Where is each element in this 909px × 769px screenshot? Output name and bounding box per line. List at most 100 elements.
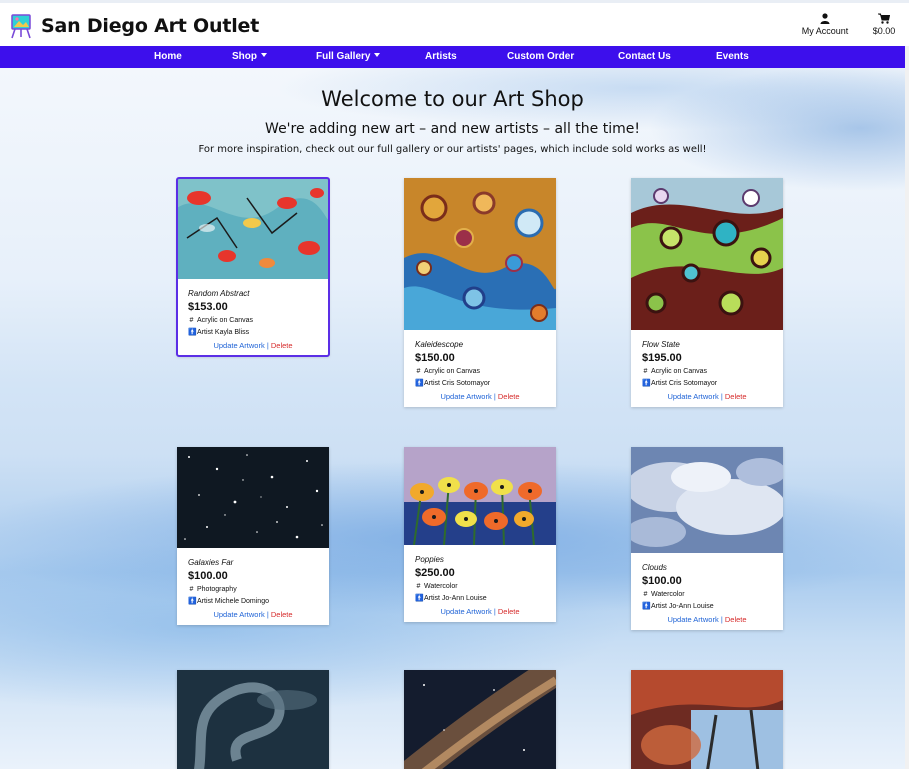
artwork-artist: 🚹 Artist Kayla Bliss bbox=[188, 328, 318, 337]
artist-name[interactable]: Cris Sotomayor bbox=[669, 380, 717, 387]
artwork-medium: # Watercolor bbox=[642, 591, 772, 598]
artwork-image-galaxies-far[interactable] bbox=[177, 447, 329, 548]
update-artwork-link[interactable]: Update Artwork bbox=[213, 610, 264, 619]
delete-link[interactable]: Delete bbox=[498, 607, 520, 616]
nav-events[interactable]: Events bbox=[716, 46, 749, 68]
update-artwork-link[interactable]: Update Artwork bbox=[213, 341, 264, 350]
artwork-artist: 🚹 Artist Cris Sotomayor bbox=[642, 379, 772, 388]
nav-custom-order[interactable]: Custom Order bbox=[507, 46, 574, 68]
update-artwork-link[interactable]: Update Artwork bbox=[667, 392, 718, 401]
artwork-card[interactable]: Galaxies Far $100.00 # Photography 🚹 Artis… bbox=[177, 447, 329, 625]
artist-name[interactable]: Jo-Ann Louise bbox=[669, 603, 714, 610]
artwork-title[interactable]: Galaxies Far bbox=[188, 558, 318, 567]
artist-prefix: Artist bbox=[424, 594, 440, 602]
artwork-image-random-abstract[interactable] bbox=[177, 178, 329, 279]
medium-text: Photography bbox=[197, 586, 237, 593]
artist-name[interactable]: Cris Sotomayor bbox=[442, 380, 490, 387]
link-separator: | bbox=[720, 615, 723, 624]
artwork-card[interactable] bbox=[177, 670, 329, 769]
artwork-actions: Update Artwork | Delete bbox=[415, 607, 545, 622]
delete-link[interactable]: Delete bbox=[271, 341, 293, 350]
artwork-actions: Update Artwork | Delete bbox=[188, 341, 318, 356]
medium-text: Watercolor bbox=[651, 591, 685, 598]
person-icon: 🚹 bbox=[188, 598, 197, 605]
artwork-title[interactable]: Random Abstract bbox=[188, 289, 318, 298]
nav-custom-order-label: Custom Order bbox=[507, 51, 575, 62]
artwork-title[interactable]: Flow State bbox=[642, 340, 772, 349]
delete-link[interactable]: Delete bbox=[498, 392, 520, 401]
artist-name[interactable]: Kayla Bliss bbox=[215, 329, 249, 336]
artwork-artist: 🚹 Artist Michele Domingo bbox=[188, 597, 318, 606]
delete-link[interactable]: Delete bbox=[725, 392, 747, 401]
update-artwork-link[interactable]: Update Artwork bbox=[440, 607, 491, 616]
link-separator: | bbox=[266, 341, 269, 350]
person-icon: 🚹 bbox=[642, 603, 651, 610]
artwork-actions: Update Artwork | Delete bbox=[642, 615, 772, 630]
artwork-price: $100.00 bbox=[642, 575, 682, 587]
nav-shop[interactable]: Shop bbox=[232, 46, 267, 68]
artwork-artist: 🚹 Artist Jo-Ann Louise bbox=[415, 594, 545, 603]
nav-events-label: Events bbox=[716, 51, 749, 62]
artwork-card[interactable] bbox=[631, 670, 783, 769]
caret-down-icon bbox=[374, 53, 381, 58]
hash-icon: # bbox=[643, 368, 648, 375]
hash-icon: # bbox=[416, 583, 421, 590]
link-separator: | bbox=[266, 610, 269, 619]
artist-prefix: Artist bbox=[651, 379, 667, 387]
artwork-title[interactable]: Poppies bbox=[415, 555, 545, 564]
artwork-image-kaleidescope[interactable] bbox=[404, 178, 556, 330]
cart-icon bbox=[878, 13, 890, 24]
link-separator: | bbox=[493, 392, 496, 401]
nav-full-gallery[interactable]: Full Gallery bbox=[316, 46, 381, 68]
easel-logo-icon bbox=[11, 14, 31, 39]
hash-icon: # bbox=[189, 586, 194, 593]
update-artwork-link[interactable]: Update Artwork bbox=[667, 615, 718, 624]
artwork-card[interactable]: Clouds $100.00 # Watercolor 🚹 Artist Jo-An… bbox=[631, 447, 783, 630]
artwork-actions: Update Artwork | Delete bbox=[642, 392, 772, 407]
nav-contact-us[interactable]: Contact Us bbox=[618, 46, 671, 68]
medium-text: Acrylic on Canvas bbox=[424, 368, 481, 375]
person-icon: 🚹 bbox=[415, 595, 424, 602]
delete-link[interactable]: Delete bbox=[271, 610, 293, 619]
artwork-price: $150.00 bbox=[415, 352, 455, 364]
artwork-image-flow-state[interactable] bbox=[631, 178, 783, 330]
artwork-medium: # Acrylic on Canvas bbox=[415, 368, 545, 375]
nav-artists-label: Artists bbox=[425, 51, 457, 62]
artist-prefix: Artist bbox=[197, 328, 213, 336]
delete-link[interactable]: Delete bbox=[725, 615, 747, 624]
cart-link[interactable]: $0.00 bbox=[868, 13, 900, 36]
artist-prefix: Artist bbox=[651, 602, 667, 610]
artwork-image-clouds[interactable] bbox=[631, 447, 783, 553]
link-separator: | bbox=[720, 392, 723, 401]
cart-total: $0.00 bbox=[872, 26, 896, 36]
artwork-image-fire-sky[interactable] bbox=[631, 670, 783, 769]
artist-name[interactable]: Michele Domingo bbox=[215, 598, 269, 605]
artwork-medium: # Watercolor bbox=[415, 583, 545, 590]
my-account-label: My Account bbox=[801, 26, 849, 36]
artwork-card[interactable]: Flow State $195.00 # Acrylic on Canvas 🚹 A… bbox=[631, 178, 783, 407]
artwork-image-milky-way[interactable] bbox=[404, 670, 556, 769]
artist-prefix: Artist bbox=[424, 379, 440, 387]
artwork-image-smoke[interactable] bbox=[177, 670, 329, 769]
artwork-title[interactable]: Clouds bbox=[642, 563, 772, 572]
main-nav: Home Shop Full Gallery Artists Custom Or… bbox=[0, 46, 905, 68]
artwork-card[interactable] bbox=[404, 670, 556, 769]
artwork-card[interactable]: Random Abstract $153.00 # Acrylic on Canv… bbox=[176, 177, 330, 357]
artwork-medium: # Photography bbox=[188, 586, 318, 593]
artwork-price: $195.00 bbox=[642, 352, 682, 364]
person-icon: 🚹 bbox=[642, 380, 651, 387]
artwork-image-poppies[interactable] bbox=[404, 447, 556, 545]
artist-name[interactable]: Jo-Ann Louise bbox=[442, 595, 487, 602]
artwork-card[interactable]: Kaleidescope $150.00 # Acrylic on Canvas … bbox=[404, 178, 556, 407]
brand[interactable]: San Diego Art Outlet bbox=[9, 13, 259, 39]
page-note: For more inspiration, check out our full… bbox=[198, 144, 707, 155]
artwork-card[interactable]: Poppies $250.00 # Watercolor 🚹 Artist Jo-A… bbox=[404, 447, 556, 622]
nav-home[interactable]: Home bbox=[154, 46, 182, 68]
brand-name: San Diego Art Outlet bbox=[41, 15, 260, 37]
nav-artists[interactable]: Artists bbox=[425, 46, 457, 68]
nav-shop-label: Shop bbox=[232, 51, 257, 62]
my-account-link[interactable]: My Account bbox=[800, 13, 850, 36]
update-artwork-link[interactable]: Update Artwork bbox=[440, 392, 491, 401]
artwork-artist: 🚹 Artist Jo-Ann Louise bbox=[642, 602, 772, 611]
artwork-title[interactable]: Kaleidescope bbox=[415, 340, 545, 349]
